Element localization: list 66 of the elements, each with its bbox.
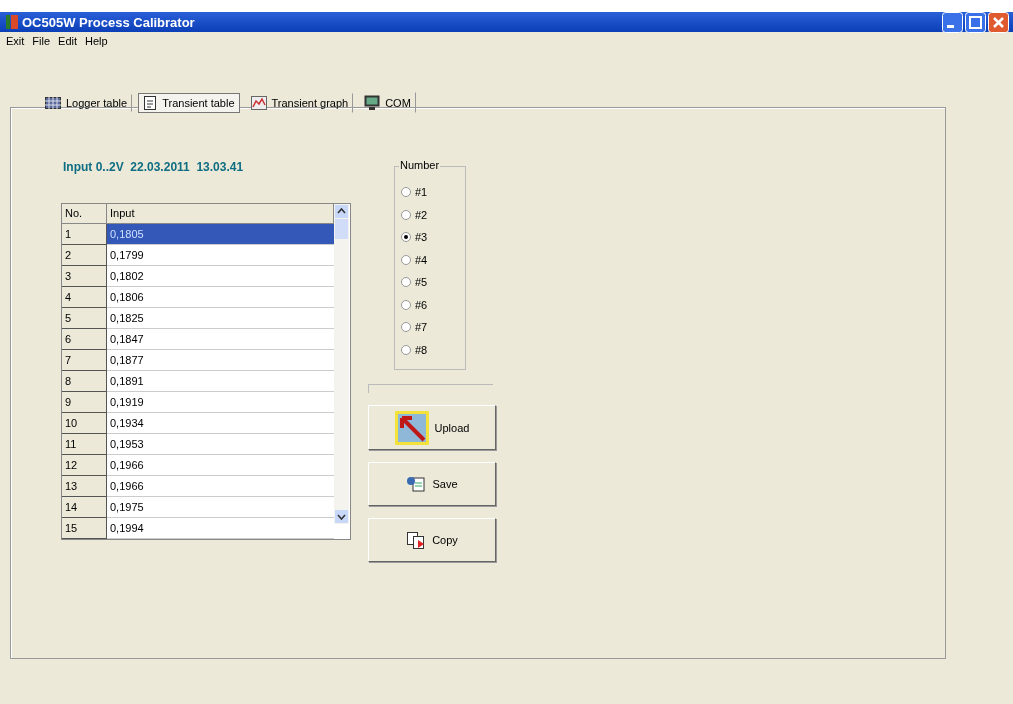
tab[interactable]: Transient table bbox=[138, 92, 240, 113]
table-cell[interactable]: 0,1953 bbox=[107, 434, 334, 455]
row-number: 2 bbox=[62, 245, 107, 266]
table-cell[interactable]: 0,1975 bbox=[107, 497, 334, 518]
radio-button[interactable]: #5 bbox=[401, 271, 428, 294]
table-cell[interactable]: 0,1934 bbox=[107, 413, 334, 434]
table-cell[interactable]: 0,1891 bbox=[107, 371, 334, 392]
row-number: 9 bbox=[62, 392, 107, 413]
table-cell[interactable]: 0,1847 bbox=[107, 329, 334, 350]
table-cell[interactable]: 0,1825 bbox=[107, 308, 334, 329]
close-button[interactable] bbox=[988, 11, 1009, 33]
row-number: 14 bbox=[62, 497, 107, 518]
row-number: 13 bbox=[62, 476, 107, 497]
row-number: 15 bbox=[62, 518, 107, 539]
minimize-button[interactable] bbox=[942, 11, 963, 33]
menu-item[interactable]: File bbox=[32, 35, 51, 51]
copy-icon bbox=[406, 531, 427, 549]
radio-button[interactable]: #8 bbox=[401, 338, 428, 361]
row-number: 6 bbox=[62, 329, 107, 350]
chart-icon bbox=[250, 95, 267, 110]
table-cell[interactable]: 0,1994 bbox=[107, 518, 334, 539]
arrow-icon bbox=[394, 410, 429, 445]
monitor-icon bbox=[364, 95, 381, 110]
maximize-button[interactable] bbox=[965, 11, 986, 33]
grid-icon bbox=[45, 96, 61, 109]
save-button[interactable]: Save bbox=[368, 462, 496, 506]
row-number: 5 bbox=[62, 308, 107, 329]
table-cell[interactable]: 0,1802 bbox=[107, 266, 334, 287]
heading: Input 0..2V 22.03.2011 13.03.41 bbox=[63, 160, 245, 174]
tab[interactable]: COM bbox=[359, 92, 416, 113]
row-number: 3 bbox=[62, 266, 107, 287]
row-number: 1 bbox=[62, 224, 107, 245]
row-number: 4 bbox=[62, 287, 107, 308]
column-header[interactable]: No. bbox=[62, 204, 107, 224]
radio-button[interactable]: #6 bbox=[401, 293, 428, 316]
document-icon bbox=[143, 95, 158, 110]
row-number: 12 bbox=[62, 455, 107, 476]
row-number: 7 bbox=[62, 350, 107, 371]
radio-button[interactable]: #4 bbox=[401, 248, 428, 271]
row-number: 8 bbox=[62, 371, 107, 392]
window-title: OC505W Process Calibrator bbox=[22, 14, 196, 30]
group-title: Number bbox=[399, 159, 441, 171]
radio-button[interactable]: #7 bbox=[401, 316, 428, 339]
table-cell[interactable]: 0,1919 bbox=[107, 392, 334, 413]
table-cell[interactable]: 0,1806 bbox=[107, 287, 334, 308]
save-icon bbox=[406, 475, 427, 493]
radio-button[interactable]: #2 bbox=[401, 203, 428, 226]
table-cell[interactable]: 0,1966 bbox=[107, 455, 334, 476]
row-number: 10 bbox=[62, 413, 107, 434]
table-cell[interactable]: 0,1877 bbox=[107, 350, 334, 371]
column-header[interactable]: Input bbox=[107, 204, 334, 224]
scrollbar[interactable] bbox=[334, 204, 349, 524]
radio-button[interactable]: #3 bbox=[401, 226, 428, 249]
menu-item[interactable]: Help bbox=[85, 35, 108, 51]
app-icon bbox=[6, 15, 18, 29]
tab[interactable]: Transient graph bbox=[245, 92, 354, 113]
upload-button[interactable]: Upload bbox=[368, 405, 496, 450]
menu-item[interactable]: Exit bbox=[6, 35, 25, 51]
radio-button[interactable]: #1 bbox=[401, 181, 428, 204]
row-number: 11 bbox=[62, 434, 107, 455]
tab[interactable]: Logger table bbox=[40, 93, 133, 112]
table-cell[interactable]: 0,1966 bbox=[107, 476, 334, 497]
copy-button[interactable]: Copy bbox=[368, 518, 496, 562]
table-cell[interactable]: 0,1805 bbox=[107, 224, 334, 245]
table-cell[interactable]: 0,1799 bbox=[107, 245, 334, 266]
menu-item[interactable]: Edit bbox=[58, 35, 78, 51]
